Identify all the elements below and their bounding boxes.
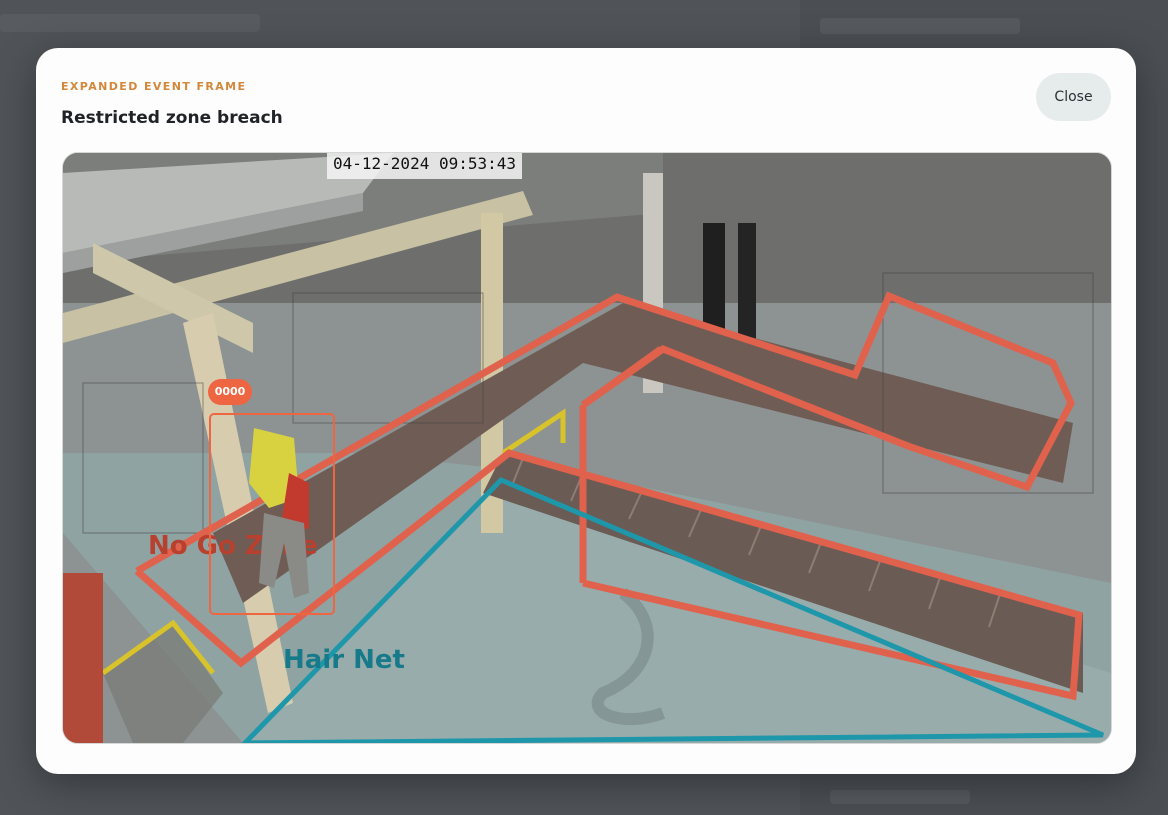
event-frame-modal: EXPANDED EVENT FRAME Restricted zone bre… <box>36 48 1136 774</box>
worker-figure <box>249 428 309 598</box>
event-frame-image: 04-12-2024 09:53:43 No Go Zone Hair Net … <box>62 152 1112 744</box>
hair-net-zone-label: Hair Net <box>283 645 405 675</box>
close-button[interactable]: Close <box>1036 73 1111 121</box>
modal-eyebrow: EXPANDED EVENT FRAME <box>61 80 247 93</box>
detection-id-badge: 0000 <box>208 379 252 405</box>
frame-timestamp: 04-12-2024 09:53:43 <box>327 153 523 179</box>
modal-title: Restricted zone breach <box>61 108 283 128</box>
